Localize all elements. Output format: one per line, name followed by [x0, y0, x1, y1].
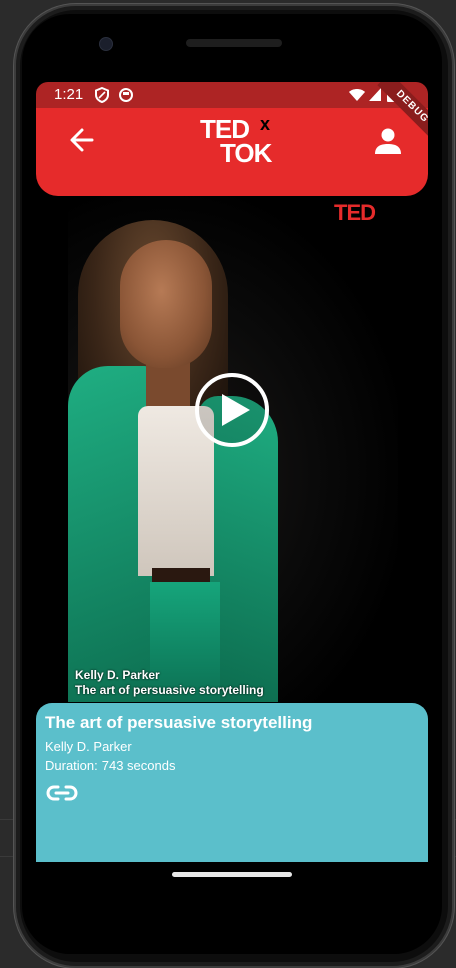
back-button[interactable]: [66, 124, 102, 156]
talk-speaker: Kelly D. Parker: [45, 739, 132, 754]
logo-x: x: [260, 114, 271, 134]
play-button[interactable]: [194, 372, 270, 448]
earpiece-speaker: [186, 39, 282, 47]
profile-button[interactable]: [370, 124, 406, 160]
status-time: 1:21: [54, 86, 84, 103]
phone-screen: 1:21 TED x TOK DEBUG TED Kelly D. Parker…: [36, 82, 428, 862]
video-frame: [146, 362, 190, 412]
duration-label: Duration:: [45, 758, 98, 773]
front-camera: [99, 37, 113, 51]
tedtok-logo: TED x TOK: [198, 114, 284, 168]
video-talk-title: The art of persuasive storytelling: [75, 683, 264, 697]
arrow-left-icon: [70, 128, 94, 152]
video-frame: [120, 240, 212, 368]
video-speaker-name: Kelly D. Parker: [75, 668, 160, 682]
wifi-icon: [349, 89, 365, 101]
logo-line2: TOK: [220, 138, 272, 168]
person-icon: [375, 128, 401, 154]
duration-value: 743 seconds: [101, 758, 176, 773]
ted-watermark: TED: [334, 200, 376, 225]
home-gesture-bar[interactable]: [172, 872, 292, 877]
circle-badge-icon: [119, 88, 133, 102]
app-bar: TED x TOK: [36, 108, 428, 196]
talk-details-card: The art of persuasive storytelling Kelly…: [36, 703, 428, 862]
video-frame: [152, 568, 210, 582]
navigation-bar: [36, 862, 428, 888]
status-bar: 1:21: [36, 82, 428, 108]
play-circle-icon: [195, 373, 269, 447]
shield-icon: [95, 87, 109, 103]
video-player[interactable]: TED Kelly D. Parker The art of persuasiv…: [68, 196, 398, 702]
signal-icon: [369, 88, 381, 101]
talk-title: The art of persuasive storytelling: [45, 713, 313, 732]
talk-link-button[interactable]: [45, 781, 79, 805]
talk-duration: Duration: 743 seconds: [45, 758, 175, 773]
link-icon: [46, 785, 78, 801]
